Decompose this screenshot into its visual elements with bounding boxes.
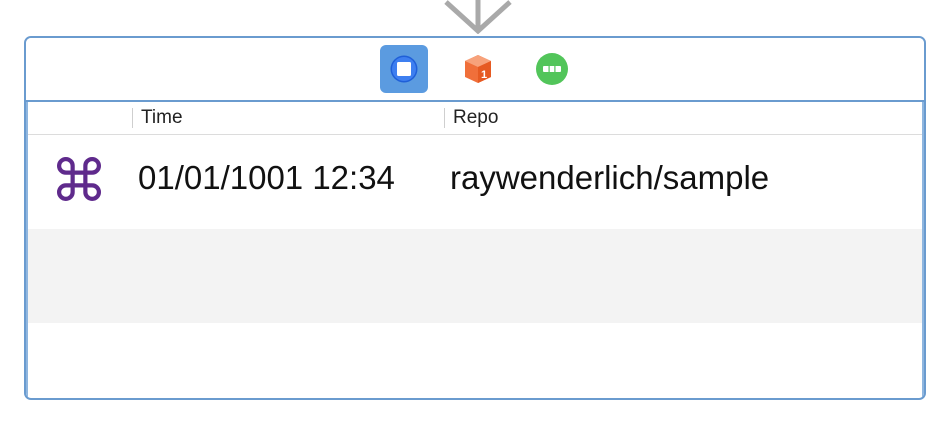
column-separator[interactable] xyxy=(132,108,133,128)
exit-button[interactable] xyxy=(528,45,576,93)
time-cell: 01/01/1001 12:34 xyxy=(138,159,395,196)
view-controller-icon xyxy=(390,55,418,83)
view-controller-scene[interactable]: 1 Time Repo ⌘ 01/01/1001 12:34 raywender… xyxy=(24,36,926,400)
first-responder-icon: 1 xyxy=(465,55,491,83)
exit-icon xyxy=(536,53,568,85)
table-view[interactable]: Time Repo ⌘ 01/01/1001 12:34 raywenderli… xyxy=(26,102,924,398)
column-header-repo[interactable]: Repo xyxy=(453,107,498,129)
column-separator[interactable] xyxy=(444,108,445,128)
table-row[interactable]: ⌘ 01/01/1001 12:34 raywenderlich/sample xyxy=(28,135,922,229)
scene-dock-icons: 1 xyxy=(380,44,576,94)
first-responder-button[interactable]: 1 xyxy=(454,45,502,93)
view-controller-button[interactable] xyxy=(380,45,428,93)
segue-arrow-icon[interactable] xyxy=(440,0,516,34)
scene-dock: 1 xyxy=(26,38,924,102)
table-row[interactable] xyxy=(28,323,922,398)
first-responder-badge: 1 xyxy=(481,69,487,81)
table-row[interactable] xyxy=(28,229,922,323)
command-icon: ⌘ xyxy=(50,147,108,215)
table-header: Time Repo xyxy=(28,102,922,135)
column-header-time[interactable]: Time xyxy=(141,107,183,129)
storyboard-canvas: 1 Time Repo ⌘ 01/01/1001 12:34 raywender… xyxy=(0,0,946,432)
repo-cell: raywenderlich/sample xyxy=(450,159,770,196)
